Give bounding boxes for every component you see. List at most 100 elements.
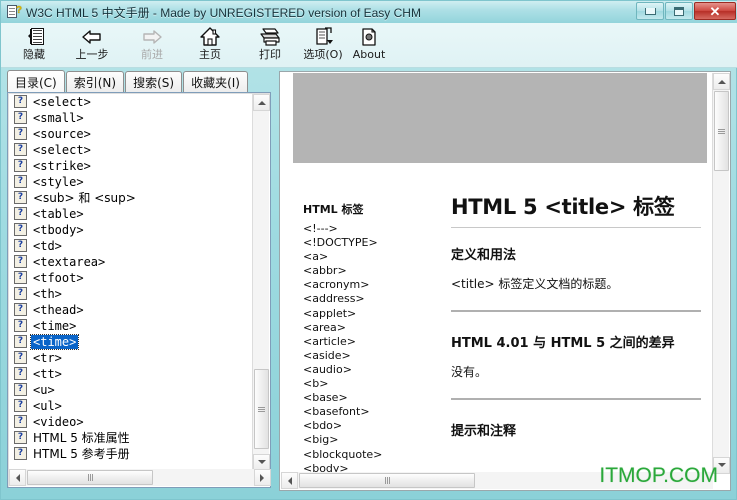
tree-item-label: <strike>	[33, 159, 91, 173]
tag-link[interactable]: <address>	[303, 292, 395, 306]
tag-link[interactable]: <bdo>	[303, 419, 395, 433]
tag-link[interactable]: <area>	[303, 321, 395, 335]
tab-favorites[interactable]: 收藏夹(I)	[183, 71, 248, 92]
tree-scroll-right-button[interactable]	[254, 469, 271, 486]
tree-item-label: <ul>	[33, 399, 62, 413]
tree-item[interactable]: ? <textarea>	[9, 254, 252, 270]
section-heading-tips: 提示和注释	[451, 424, 517, 439]
tag-link[interactable]: <audio>	[303, 363, 395, 377]
tag-link[interactable]: <article>	[303, 335, 395, 349]
toolbar-button-forward[interactable]: 前进	[123, 25, 181, 65]
tree-vertical-scrollbar[interactable]	[252, 94, 270, 471]
help-topic-icon: ?	[14, 175, 27, 188]
tag-link[interactable]: <!DOCTYPE>	[303, 236, 395, 250]
tree-scroll-left-button[interactable]	[9, 469, 26, 486]
tag-link-list[interactable]: <!---> <!DOCTYPE> <a> <abbr> <acronym> <addre…	[303, 222, 395, 473]
help-topic-icon: ?	[14, 335, 27, 348]
tree-item-label: <source>	[33, 127, 91, 141]
help-topic-icon: ?	[14, 287, 27, 300]
tree-item-label: <textarea>	[33, 255, 106, 269]
tree-item-label: <time>	[33, 319, 77, 333]
toolbar-label-home: 主页	[199, 48, 221, 61]
tree-item[interactable]: ? <select>	[9, 94, 252, 110]
contents-tree[interactable]: ? <select>? <small>? <source>? <select>? <str…	[9, 94, 252, 470]
help-topic-icon: ?	[14, 111, 27, 124]
section-body-differences: 没有。	[451, 365, 488, 379]
chevron-down-icon	[717, 463, 726, 471]
tab-contents-label: 目录(C)	[15, 75, 57, 90]
navigation-pane: 目录(C) 索引(N) 搜索(S) 收藏夹(I) ? <select>? <smal…	[7, 70, 273, 491]
back-arrow-icon	[81, 25, 103, 47]
tree-item[interactable]: ? <video>	[9, 414, 252, 430]
tree-item-label: <thead>	[33, 303, 84, 317]
tree-item[interactable]: ? <ul>	[9, 398, 252, 414]
tree-item[interactable]: ? <source>	[9, 126, 252, 142]
tree-item[interactable]: ? <time>	[9, 318, 252, 334]
tree-item[interactable]: ? HTML 5 参考手册	[9, 446, 252, 462]
close-button[interactable]: ✕	[694, 2, 736, 20]
help-topic-icon: ?	[14, 255, 27, 268]
tree-item[interactable]: ? <th>	[9, 286, 252, 302]
tree-item[interactable]: ? <tfoot>	[9, 270, 252, 286]
content-scrollbar-thumb[interactable]	[714, 91, 729, 171]
toolbar-button-about[interactable]: About	[341, 25, 397, 65]
tree-item-label: <time>	[29, 334, 80, 350]
tree-item[interactable]: ? <sub> 和 <sup>	[9, 190, 252, 206]
tree-hscrollbar-thumb[interactable]	[27, 470, 153, 485]
tag-link[interactable]: <abbr>	[303, 264, 395, 278]
tab-contents[interactable]: 目录(C)	[7, 70, 65, 93]
tab-favorites-label: 收藏夹(I)	[191, 75, 240, 90]
tab-index[interactable]: 索引(N)	[65, 71, 125, 92]
content-hscrollbar-thumb[interactable]	[299, 473, 475, 488]
tree-item-label: HTML 5 标准属性	[33, 431, 130, 445]
content-scroll-left-button[interactable]	[281, 472, 298, 489]
tag-link[interactable]: <applet>	[303, 307, 395, 321]
help-topic-icon: ?	[14, 271, 27, 284]
help-topic-icon: ?	[14, 127, 27, 140]
article: HTML 5 <title> 标签 定义和用法 <title> 标签定义文档的标…	[451, 191, 701, 452]
content-scroll-up-button[interactable]	[713, 73, 730, 90]
tree-item[interactable]: ? <small>	[9, 110, 252, 126]
toolbar-button-home[interactable]: 主页	[181, 25, 239, 65]
tree-item[interactable]: ? HTML 5 标准属性	[9, 430, 252, 446]
help-topic-icon: ?	[14, 415, 27, 428]
tree-horizontal-scrollbar[interactable]	[9, 469, 271, 486]
tree-item[interactable]: ? <table>	[9, 206, 252, 222]
tag-link[interactable]: <b>	[303, 377, 395, 391]
tag-link[interactable]: <base>	[303, 391, 395, 405]
toolbar-button-hide[interactable]: 隐藏	[5, 25, 63, 65]
minimize-button[interactable]	[636, 2, 664, 20]
content-vertical-scrollbar[interactable]	[712, 73, 730, 474]
toolbar-button-back[interactable]: 上一步	[63, 25, 121, 65]
tree-hscroll-track[interactable]	[26, 469, 254, 486]
tree-item[interactable]: ? <u>	[9, 382, 252, 398]
tab-index-label: 索引(N)	[73, 75, 117, 90]
image-placeholder-block	[293, 73, 707, 163]
forward-arrow-icon	[141, 25, 163, 47]
tree-item[interactable]: ? <tt>	[9, 366, 252, 382]
tag-link[interactable]: <aside>	[303, 349, 395, 363]
tab-search[interactable]: 搜索(S)	[125, 71, 183, 92]
tree-item[interactable]: ? <style>	[9, 174, 252, 190]
tag-link[interactable]: <acronym>	[303, 278, 395, 292]
tree-item[interactable]: ? <select>	[9, 142, 252, 158]
toolbar-label-back: 上一步	[75, 48, 109, 61]
tree-item[interactable]: ? <tr>	[9, 350, 252, 366]
tag-link[interactable]: <basefont>	[303, 405, 395, 419]
tag-link[interactable]: <!--->	[303, 222, 395, 236]
chevron-left-icon	[12, 473, 20, 482]
help-topic-icon: ?	[14, 191, 27, 204]
tree-item[interactable]: ? <td>	[9, 238, 252, 254]
close-icon: ✕	[709, 3, 721, 19]
tree-item[interactable]: ? <strike>	[9, 158, 252, 174]
tree-item[interactable]: ? <thead>	[9, 302, 252, 318]
maximize-button[interactable]	[665, 2, 693, 20]
tag-link[interactable]: <blockquote>	[303, 448, 395, 462]
tag-link[interactable]: <big>	[303, 433, 395, 447]
tree-scrollbar-thumb[interactable]	[254, 369, 269, 449]
tree-item[interactable]: ? <time>	[9, 334, 252, 350]
tag-link[interactable]: <a>	[303, 250, 395, 264]
tree-item[interactable]: ? <tbody>	[9, 222, 252, 238]
help-topic-icon: ?	[14, 143, 27, 156]
tree-scroll-up-button[interactable]	[253, 94, 270, 111]
